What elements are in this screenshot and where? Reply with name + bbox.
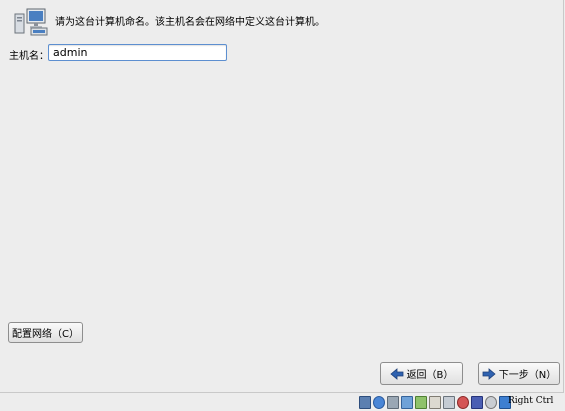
virtualization-icon[interactable] xyxy=(471,395,483,409)
optical-drive-icon[interactable] xyxy=(373,395,385,409)
arrow-right-icon xyxy=(482,367,496,380)
usb-icon[interactable] xyxy=(401,395,413,409)
hostname-label: 主机名： xyxy=(9,51,49,62)
header-instruction: 请为这台计算机命名。该主机名会在网络中定义这台计算机。 xyxy=(55,17,325,28)
host-key-label: Right Ctrl xyxy=(508,396,554,406)
next-button-label: 下一步（N） xyxy=(498,370,557,381)
shared-folder-icon[interactable] xyxy=(429,395,441,409)
configure-network-button[interactable]: 配置网络（C） xyxy=(8,322,83,343)
video-capture-icon[interactable] xyxy=(457,395,469,409)
installer-window: 请为这台计算机命名。该主机名会在网络中定义这台计算机。 主机名： 配置网络（C）… xyxy=(0,0,564,393)
hostname-input[interactable] xyxy=(48,44,227,61)
back-button[interactable]: 返回（B） xyxy=(380,362,463,385)
network-computers-icon xyxy=(14,8,50,36)
mouse-integration-icon[interactable] xyxy=(485,395,497,409)
vm-status-bar: Right Ctrl xyxy=(0,393,565,411)
status-tray xyxy=(359,395,511,409)
back-button-label: 返回（B） xyxy=(406,370,454,381)
display-icon[interactable] xyxy=(443,395,455,409)
audio-icon[interactable] xyxy=(387,395,399,409)
arrow-left-icon xyxy=(389,367,404,380)
network-icon[interactable] xyxy=(415,395,427,409)
hard-disk-icon[interactable] xyxy=(359,395,371,409)
next-button[interactable]: 下一步（N） xyxy=(478,362,560,385)
